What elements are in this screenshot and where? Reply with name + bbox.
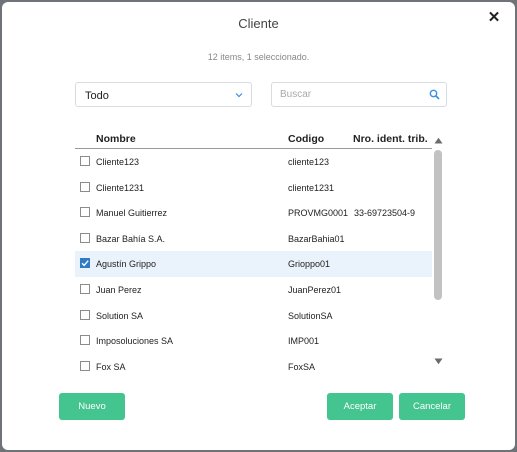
cell-name: Cliente1231 bbox=[96, 182, 145, 193]
scroll-down-arrow-icon[interactable] bbox=[434, 358, 443, 365]
cell-name: Fox SA bbox=[96, 361, 126, 372]
cell-nro: 33-69723504-9 bbox=[354, 208, 416, 219]
column-header-code[interactable]: Codigo bbox=[288, 133, 324, 145]
table-header: Nombre Codigo Nro. ident. trib. bbox=[75, 130, 432, 149]
cell-name: Bazar Bahía S.A. bbox=[96, 233, 166, 244]
search-box bbox=[271, 82, 447, 107]
cell-code: BazarBahia01 bbox=[288, 233, 345, 244]
table-row[interactable]: Cliente123 cliente123 bbox=[75, 149, 432, 175]
cell-code: JuanPerez01 bbox=[288, 284, 342, 295]
check-icon bbox=[80, 258, 90, 269]
client-list: Cliente123 cliente123 Cliente1231 cliente12… bbox=[75, 149, 432, 379]
table-row[interactable]: Cliente1231 cliente1231 bbox=[75, 175, 432, 201]
filter-select[interactable]: Todo bbox=[75, 82, 252, 107]
cell-name: Imposoluciones SA bbox=[96, 336, 174, 347]
table-row[interactable]: Fox SA FoxSA bbox=[75, 354, 432, 380]
close-icon[interactable]: ✕ bbox=[487, 10, 501, 25]
cliente-dialog: Cliente ✕ 12 items, 1 seleccionado. Todo… bbox=[2, 2, 515, 450]
table-row[interactable]: Solution SA SolutionSA bbox=[75, 303, 432, 329]
row-checkbox[interactable] bbox=[80, 207, 90, 218]
cell-code: IMP001 bbox=[288, 336, 320, 347]
row-checkbox[interactable] bbox=[80, 335, 90, 346]
cell-code: FoxSA bbox=[288, 361, 316, 372]
accept-button[interactable]: Aceptar bbox=[327, 393, 393, 420]
row-checkbox[interactable] bbox=[80, 181, 90, 192]
row-checkbox[interactable] bbox=[80, 258, 90, 269]
column-header-name[interactable]: Nombre bbox=[96, 133, 136, 145]
row-checkbox[interactable] bbox=[80, 283, 90, 294]
table-row[interactable]: Imposoluciones SA IMP001 bbox=[75, 328, 432, 354]
new-button[interactable]: Nuevo bbox=[59, 393, 125, 420]
dialog-title: Cliente bbox=[238, 16, 279, 31]
table-row[interactable]: Bazar Bahía S.A. BazarBahia01 bbox=[75, 226, 432, 252]
cell-code: cliente1231 bbox=[288, 182, 335, 193]
row-checkbox[interactable] bbox=[80, 309, 90, 320]
cell-name: Solution SA bbox=[96, 310, 144, 321]
table-row[interactable]: Agustín Grippo Grioppo01 bbox=[75, 251, 432, 277]
scroll-up-arrow-icon[interactable] bbox=[434, 137, 443, 144]
cell-code: cliente123 bbox=[288, 157, 330, 167]
cell-code: Grioppo01 bbox=[288, 259, 331, 270]
cell-name: Agustín Grippo bbox=[96, 259, 157, 270]
row-checkbox[interactable] bbox=[80, 232, 90, 243]
cell-name: Juan Perez bbox=[96, 284, 142, 295]
filter-select-value: Todo bbox=[85, 90, 109, 102]
selection-summary: 12 items, 1 seleccionado. bbox=[207, 52, 310, 62]
search-input[interactable] bbox=[272, 83, 412, 106]
cancel-button[interactable]: Cancelar bbox=[399, 393, 465, 420]
scrollbar-thumb[interactable] bbox=[434, 150, 442, 300]
row-checkbox[interactable] bbox=[80, 360, 90, 371]
row-checkbox[interactable] bbox=[80, 156, 90, 166]
cell-name: Cliente123 bbox=[96, 157, 140, 167]
cell-code: SolutionSA bbox=[288, 310, 333, 321]
cell-name: Manuel Guitierrez bbox=[96, 208, 168, 219]
column-header-nro[interactable]: Nro. ident. trib. bbox=[353, 133, 428, 145]
cell-code: PROVMG0001 bbox=[288, 208, 349, 219]
chevron-down-icon bbox=[235, 93, 243, 98]
search-icon[interactable] bbox=[429, 89, 440, 100]
table-row[interactable]: Manuel Guitierrez PROVMG0001 33-69723504-9 bbox=[75, 200, 432, 226]
table-row[interactable]: Juan Perez JuanPerez01 bbox=[75, 277, 432, 303]
